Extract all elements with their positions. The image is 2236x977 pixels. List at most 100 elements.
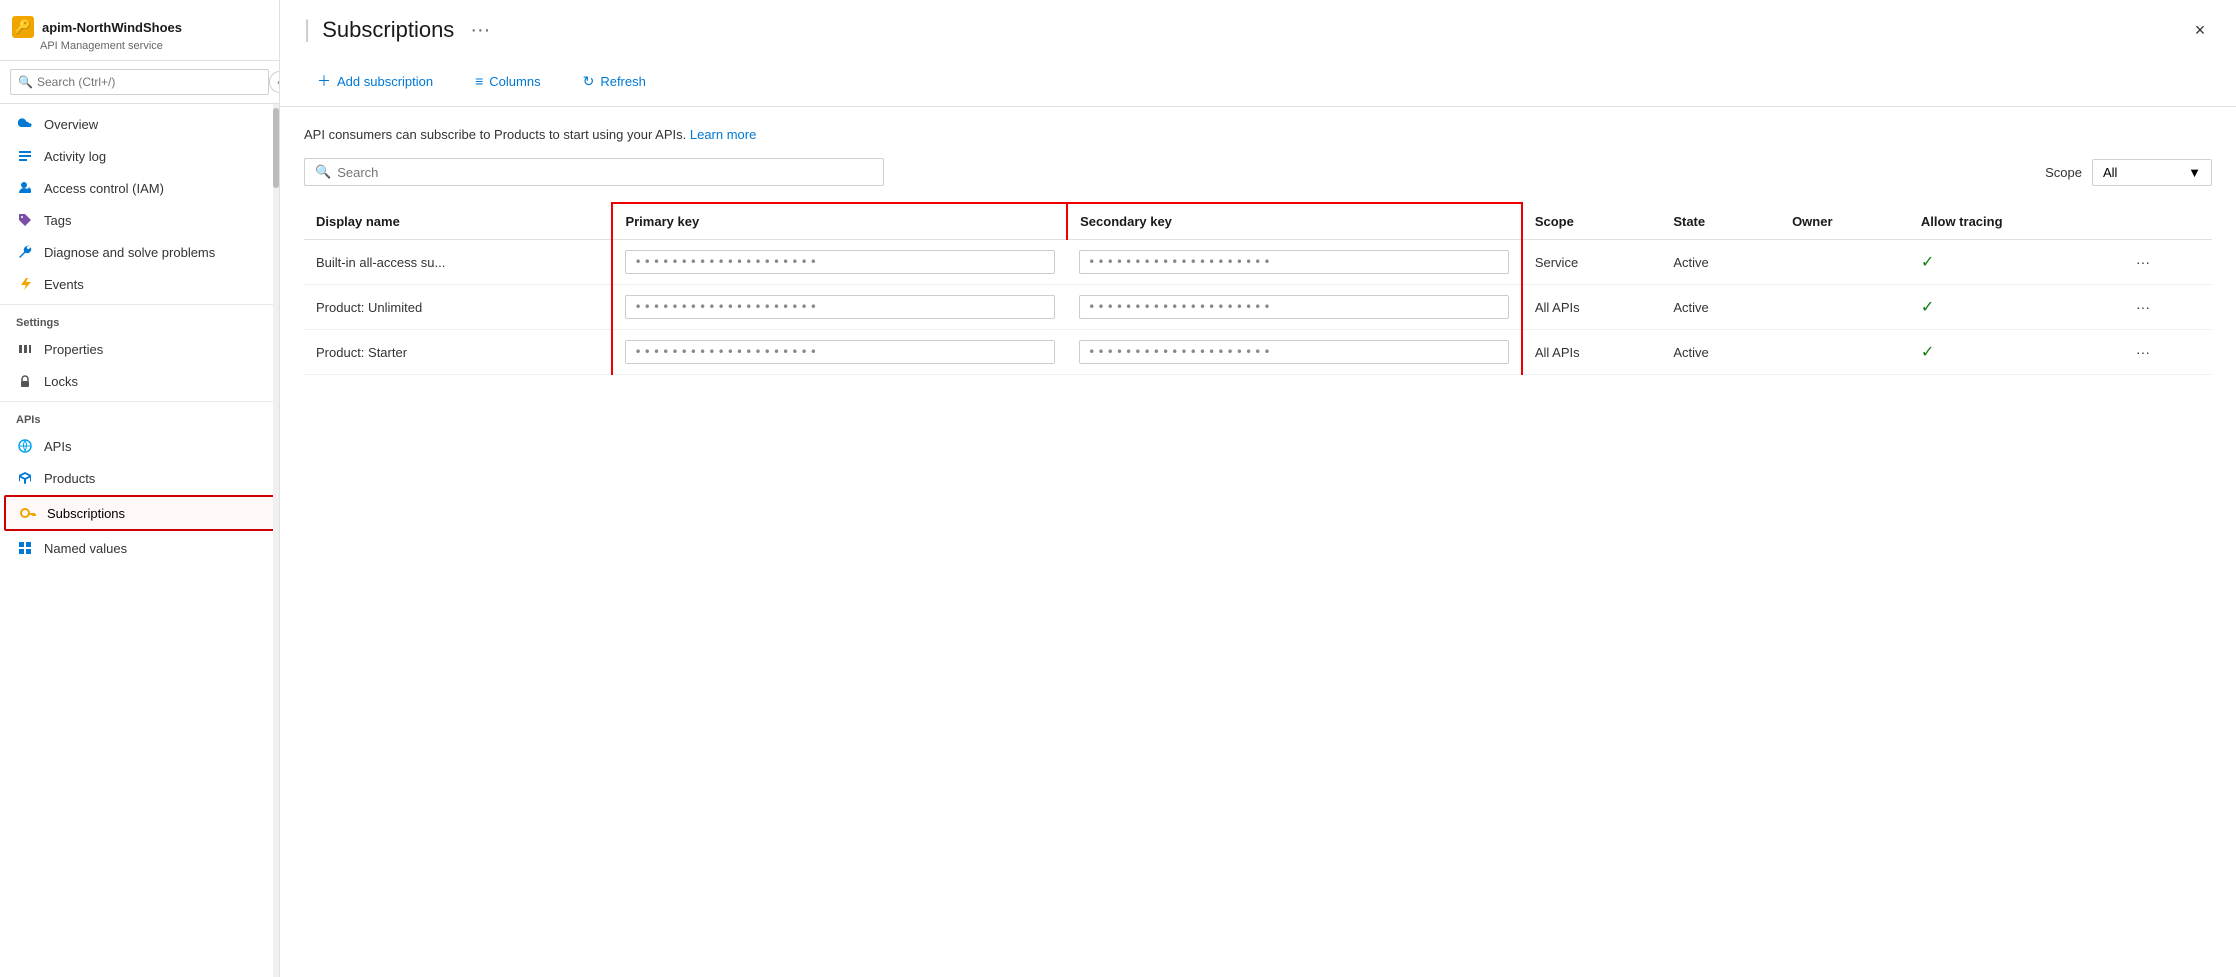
col-primary-key: Primary key [612, 203, 1067, 240]
title-divider: | [304, 16, 310, 44]
row1-secondary-key: •••••••••••••••••••• [1067, 240, 1522, 285]
info-text: API consumers can subscribe to Products … [304, 127, 2212, 142]
row3-scope: All APIs [1522, 330, 1662, 375]
columns-icon: ≡ [475, 73, 483, 89]
row3-primary-key-input[interactable]: •••••••••••••••••••• [625, 340, 1055, 364]
row3-owner [1780, 330, 1909, 375]
col-owner: Owner [1780, 203, 1909, 240]
scope-label: Scope [2045, 165, 2082, 180]
tag-icon [16, 211, 34, 229]
sidebar-item-products-label: Products [44, 471, 95, 486]
list-icon [16, 147, 34, 165]
row2-primary-key-input[interactable]: •••••••••••••••••••• [625, 295, 1055, 319]
content-area: API consumers can subscribe to Products … [280, 107, 2236, 977]
sidebar-item-subscriptions[interactable]: Subscriptions [6, 497, 273, 529]
sidebar-item-products[interactable]: Products [0, 462, 279, 494]
row1-allow-tracing: ✓ [1909, 240, 2120, 285]
api-icon [16, 437, 34, 455]
scope-dropdown[interactable]: All ▼ [2092, 159, 2212, 186]
person-lock-icon [16, 179, 34, 197]
search-row: 🔍 Scope All ▼ [304, 158, 2212, 186]
page-title: Subscriptions [322, 17, 454, 43]
row1-primary-key-input[interactable]: •••••••••••••••••••• [625, 250, 1055, 274]
table-header: Display name Primary key Secondary key S… [304, 203, 2212, 240]
sidebar-item-apis-label: APIs [44, 439, 71, 454]
app-icon: 🔑 [12, 16, 34, 38]
scope-row: Scope All ▼ [2045, 159, 2212, 186]
sidebar-item-locks[interactable]: Locks [0, 365, 279, 397]
sidebar-item-events-label: Events [44, 277, 84, 292]
columns-button[interactable]: ≡ Columns [462, 66, 553, 96]
row2-actions: ··· [2120, 285, 2212, 330]
sidebar-item-overview[interactable]: Overview [0, 108, 279, 140]
row1-scope: Service [1522, 240, 1662, 285]
sidebar-item-properties-label: Properties [44, 342, 103, 357]
sidebar-item-named-values-label: Named values [44, 541, 127, 556]
sidebar-item-activity-log[interactable]: Activity log [0, 140, 279, 172]
lock-icon [16, 372, 34, 390]
sidebar-item-subscriptions-label: Subscriptions [47, 506, 125, 521]
search-input[interactable] [337, 165, 873, 180]
sidebar-item-tags[interactable]: Tags [0, 204, 279, 236]
subscriptions-table: Display name Primary key Secondary key S… [304, 202, 2212, 375]
toolbar: ＋ Add subscription ≡ Columns ↻ Refresh [304, 56, 2212, 106]
sidebar-item-subscriptions-wrapper: Subscriptions [4, 495, 275, 531]
app-subtitle: API Management service [12, 40, 267, 52]
search-box-icon: 🔍 [315, 164, 331, 180]
grid-icon [16, 539, 34, 557]
wrench-icon [16, 243, 34, 261]
col-state: State [1661, 203, 1780, 240]
sidebar-scroll: Overview Activity log Access control (IA… [0, 104, 279, 977]
sidebar-item-diagnose[interactable]: Diagnose and solve problems [0, 236, 279, 268]
learn-more-link[interactable]: Learn more [690, 127, 756, 142]
refresh-label: Refresh [600, 74, 646, 89]
check-icon: ✓ [1921, 344, 1934, 361]
row3-display-name: Product: Starter [304, 330, 612, 375]
row2-secondary-key-input[interactable]: •••••••••••••••••••• [1079, 295, 1509, 319]
add-subscription-label: Add subscription [337, 74, 433, 89]
row1-more-button[interactable]: ··· [2132, 252, 2154, 272]
columns-label: Columns [489, 74, 540, 89]
row2-display-name: Product: Unlimited [304, 285, 612, 330]
sidebar-item-named-values[interactable]: Named values [0, 532, 279, 564]
sidebar-collapse-button[interactable]: « [269, 71, 280, 93]
sidebar-item-activity-log-label: Activity log [44, 149, 106, 164]
check-icon: ✓ [1921, 254, 1934, 271]
sidebar: 🔑 apim-NorthWindShoes API Management ser… [0, 0, 280, 977]
main-title-left: | Subscriptions ··· [304, 16, 490, 44]
sidebar-item-access-control-label: Access control (IAM) [44, 181, 164, 196]
cloud-icon [16, 115, 34, 133]
row1-actions: ··· [2120, 240, 2212, 285]
plus-icon: ＋ [317, 71, 331, 91]
main-content: | Subscriptions ··· × ＋ Add subscription… [280, 0, 2236, 977]
row2-secondary-key: •••••••••••••••••••• [1067, 285, 1522, 330]
row3-more-button[interactable]: ··· [2132, 342, 2154, 362]
sidebar-search-input[interactable] [10, 69, 269, 95]
row3-actions: ··· [2120, 330, 2212, 375]
row3-secondary-key-input[interactable]: •••••••••••••••••••• [1079, 340, 1509, 364]
sidebar-item-overview-label: Overview [44, 117, 98, 132]
table-row: Product: Unlimited •••••••••••••••••••• … [304, 285, 2212, 330]
row3-primary-key: •••••••••••••••••••• [612, 330, 1067, 375]
row1-owner [1780, 240, 1909, 285]
sidebar-item-events[interactable]: Events [0, 268, 279, 300]
refresh-button[interactable]: ↻ Refresh [570, 66, 659, 97]
row1-display-name: Built-in all-access su... [304, 240, 612, 285]
more-options-icon[interactable]: ··· [470, 19, 490, 42]
row2-state: Active [1661, 285, 1780, 330]
row2-more-button[interactable]: ··· [2132, 297, 2154, 317]
row2-primary-key: •••••••••••••••••••• [612, 285, 1067, 330]
sidebar-item-apis[interactable]: APIs [0, 430, 279, 462]
bars-icon [16, 340, 34, 358]
add-subscription-button[interactable]: ＋ Add subscription [304, 64, 446, 98]
col-scope: Scope [1522, 203, 1662, 240]
row1-secondary-key-input[interactable]: •••••••••••••••••••• [1079, 250, 1509, 274]
check-icon: ✓ [1921, 299, 1934, 316]
close-button[interactable]: × [2188, 18, 2212, 42]
sidebar-item-access-control[interactable]: Access control (IAM) [0, 172, 279, 204]
search-box: 🔍 [304, 158, 884, 186]
sidebar-item-properties[interactable]: Properties [0, 333, 279, 365]
row2-allow-tracing: ✓ [1909, 285, 2120, 330]
row3-allow-tracing: ✓ [1909, 330, 2120, 375]
col-display-name: Display name [304, 203, 612, 240]
